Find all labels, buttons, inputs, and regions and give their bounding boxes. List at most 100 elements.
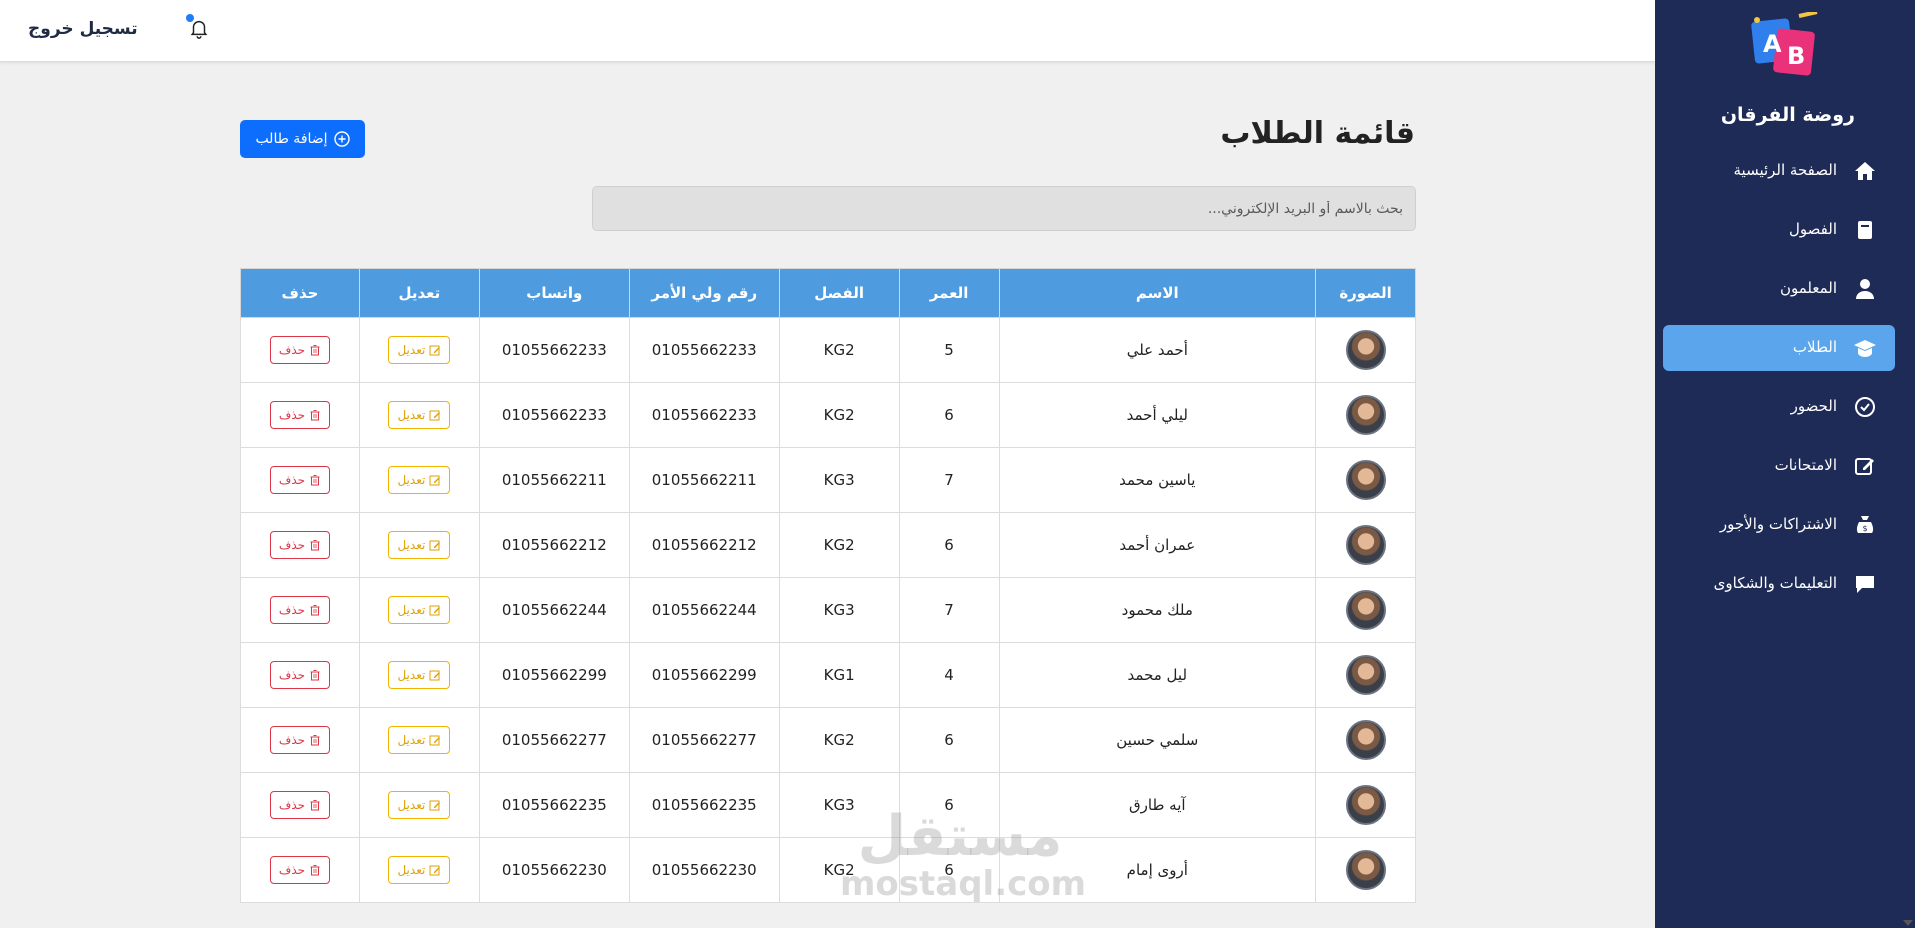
graduation-cap-icon [1854, 340, 1876, 357]
delete-button[interactable]: حذف [269, 466, 331, 494]
photo-cell [1315, 837, 1416, 903]
logout-link[interactable]: تسجيل خروج [28, 19, 138, 39]
search-input[interactable] [592, 186, 1416, 231]
delete-button[interactable]: حذف [269, 661, 331, 689]
age-cell: 6 [898, 382, 1000, 448]
edit-icon [429, 475, 441, 486]
top-bar: تسجيل خروج [0, 0, 1655, 62]
edit-button[interactable]: تعديل [388, 856, 451, 884]
avatar [1345, 590, 1386, 630]
whatsapp-cell: 01055662233 [478, 317, 630, 383]
delete-label: حذف [278, 408, 306, 422]
edit-cell: تعديل [358, 837, 480, 903]
header-delete: حذف [240, 268, 360, 318]
trash-icon [310, 800, 320, 811]
parent-phone-cell: 01055662233 [628, 382, 780, 448]
trash-icon [310, 735, 320, 746]
avatar [1345, 785, 1386, 825]
edit-cell: تعديل [358, 382, 480, 448]
header-age: العمر [898, 268, 1000, 318]
sidebar-item-subscriptions[interactable]: $ الاشتراكات والأجور [1663, 502, 1895, 548]
delete-button[interactable]: حذف [269, 726, 331, 754]
trash-icon [310, 345, 320, 356]
book-icon [1858, 221, 1872, 239]
trash-icon [310, 475, 320, 486]
age-cell: 6 [898, 707, 1000, 773]
parent-phone-cell: 01055662212 [628, 512, 780, 578]
edit-label: تعديل [397, 603, 426, 617]
sidebar-item-home[interactable]: الصفحة الرئيسية [1663, 148, 1895, 194]
class-cell: KG2 [778, 707, 900, 773]
header-class: الفصل [778, 268, 900, 318]
photo-cell [1315, 447, 1416, 513]
sidebar-item-label: الصفحة الرئيسية [1733, 161, 1838, 179]
edit-button[interactable]: تعديل [388, 661, 451, 689]
header-name: الاسم [998, 268, 1317, 318]
svg-text:$: $ [1862, 524, 1867, 533]
delete-button[interactable]: حذف [269, 336, 331, 364]
check-circle-icon [1855, 397, 1875, 417]
sidebar-item-students[interactable]: الطلاب [1663, 325, 1895, 371]
edit-button[interactable]: تعديل [388, 401, 451, 429]
parent-phone-cell: 01055662244 [628, 577, 780, 643]
delete-label: حذف [278, 798, 306, 812]
edit-button[interactable]: تعديل [388, 596, 451, 624]
edit-button[interactable]: تعديل [388, 531, 451, 559]
whatsapp-cell: 01055662212 [478, 512, 630, 578]
svg-text:A: A [1763, 30, 1782, 58]
delete-button[interactable]: حذف [269, 856, 331, 884]
students-table: الصورة الاسم العمر الفصل رقم ولي الأمر و… [240, 268, 1416, 903]
delete-button[interactable]: حذف [269, 596, 331, 624]
edit-cell: تعديل [358, 512, 480, 578]
delete-cell: حذف [240, 642, 360, 708]
trash-icon [310, 410, 320, 421]
trash-icon [310, 670, 320, 681]
sidebar-nav: الصفحة الرئيسية الفصول المعلمون الطلاب ا… [1663, 148, 1895, 620]
edit-button[interactable]: تعديل [388, 466, 451, 494]
edit-icon [429, 410, 441, 421]
whatsapp-cell: 01055662244 [478, 577, 630, 643]
add-student-button[interactable]: إضافة طالب [240, 120, 365, 158]
name-cell: ليلي أحمد [998, 382, 1317, 448]
trash-icon [310, 605, 320, 616]
edit-icon [429, 345, 441, 356]
name-cell: أحمد علي [998, 317, 1317, 383]
edit-label: تعديل [397, 668, 426, 682]
table-row: ملك محمود 7 KG3 01055662244 01055662244 تعديل… [240, 577, 1416, 643]
parent-phone-cell: 01055662277 [628, 707, 780, 773]
delete-button[interactable]: حذف [269, 401, 331, 429]
edit-button[interactable]: تعديل [388, 336, 451, 364]
edit-button[interactable]: تعديل [388, 791, 451, 819]
delete-cell: حذف [240, 512, 360, 578]
sidebar-item-exams[interactable]: الامتحانات [1663, 443, 1895, 489]
avatar [1345, 720, 1386, 760]
delete-label: حذف [278, 538, 306, 552]
sidebar-item-complaints[interactable]: التعليمات والشكاوى [1663, 561, 1895, 607]
scroll-down-arrow[interactable] [1903, 920, 1913, 926]
sidebar-item-label: الاشتراكات والأجور [1719, 515, 1837, 533]
edit-icon [1855, 458, 1874, 475]
sidebar-item-classes[interactable]: الفصول [1663, 207, 1895, 253]
edit-label: تعديل [397, 538, 426, 552]
class-cell: KG3 [778, 577, 900, 643]
sidebar-item-teachers[interactable]: المعلمون [1663, 266, 1895, 312]
delete-cell: حذف [240, 447, 360, 513]
delete-button[interactable]: حذف [269, 531, 331, 559]
bell-icon[interactable] [188, 16, 210, 40]
photo-cell [1315, 382, 1416, 448]
edit-button[interactable]: تعديل [388, 726, 451, 754]
edit-icon [429, 865, 441, 876]
delete-label: حذف [278, 668, 306, 682]
comment-icon [1856, 576, 1874, 593]
class-cell: KG2 [778, 512, 900, 578]
delete-button[interactable]: حذف [269, 791, 331, 819]
edit-label: تعديل [397, 408, 426, 422]
edit-icon [429, 800, 441, 811]
table-row: ليلي أحمد 6 KG2 01055662233 01055662233 تعديل… [240, 382, 1416, 448]
parent-phone-cell: 01055662299 [628, 642, 780, 708]
edit-label: تعديل [397, 473, 426, 487]
avatar [1345, 655, 1386, 695]
delete-cell: حذف [240, 317, 360, 383]
sidebar-item-attendance[interactable]: الحضور [1663, 384, 1895, 430]
edit-icon [429, 605, 441, 616]
